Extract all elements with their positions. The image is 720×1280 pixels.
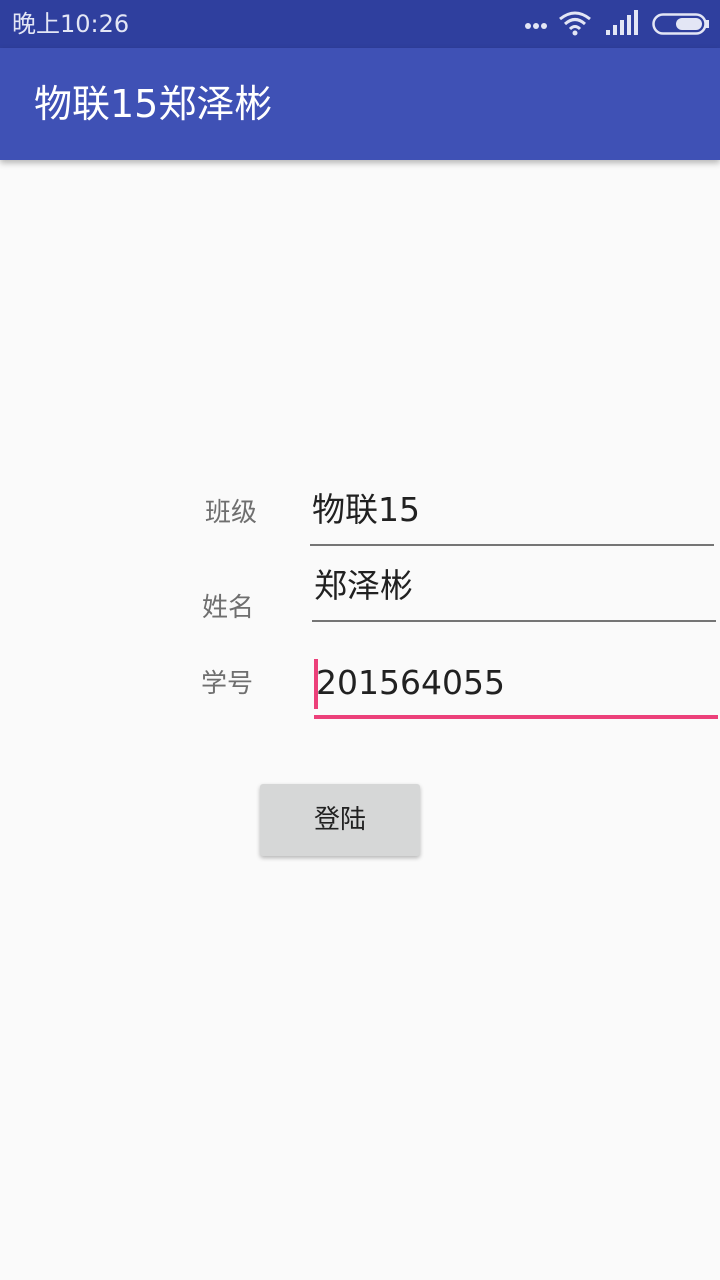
name-field-underline: [312, 620, 716, 622]
student-id-field[interactable]: 201564055: [314, 659, 718, 719]
class-value: 物联15: [312, 490, 420, 529]
battery-icon: [652, 13, 709, 35]
app-bar: 物联15郑泽彬: [0, 48, 720, 160]
class-label: 班级: [205, 498, 258, 528]
class-field-underline: [310, 544, 714, 546]
login-button[interactable]: 登陆: [260, 784, 420, 856]
signal-icon: [606, 10, 638, 35]
login-form: 班级 物联15 姓名 郑泽彬 学号 201564055 登陆: [0, 160, 720, 1280]
class-field[interactable]: 物联15: [310, 490, 714, 546]
name-value: 郑泽彬: [314, 566, 413, 605]
wifi-icon: [559, 11, 591, 36]
student-id-value: 201564055: [316, 663, 505, 702]
student-id-field-underline: [314, 715, 718, 719]
name-label: 姓名: [202, 593, 255, 623]
id-label: 学号: [201, 669, 254, 699]
app-title: 物联15郑泽彬: [34, 82, 273, 126]
name-field[interactable]: 郑泽彬: [312, 566, 716, 622]
more-dots-icon: [525, 23, 547, 29]
status-time: 晚上10:26: [12, 10, 130, 38]
status-bar: 晚上10:26: [0, 0, 720, 48]
